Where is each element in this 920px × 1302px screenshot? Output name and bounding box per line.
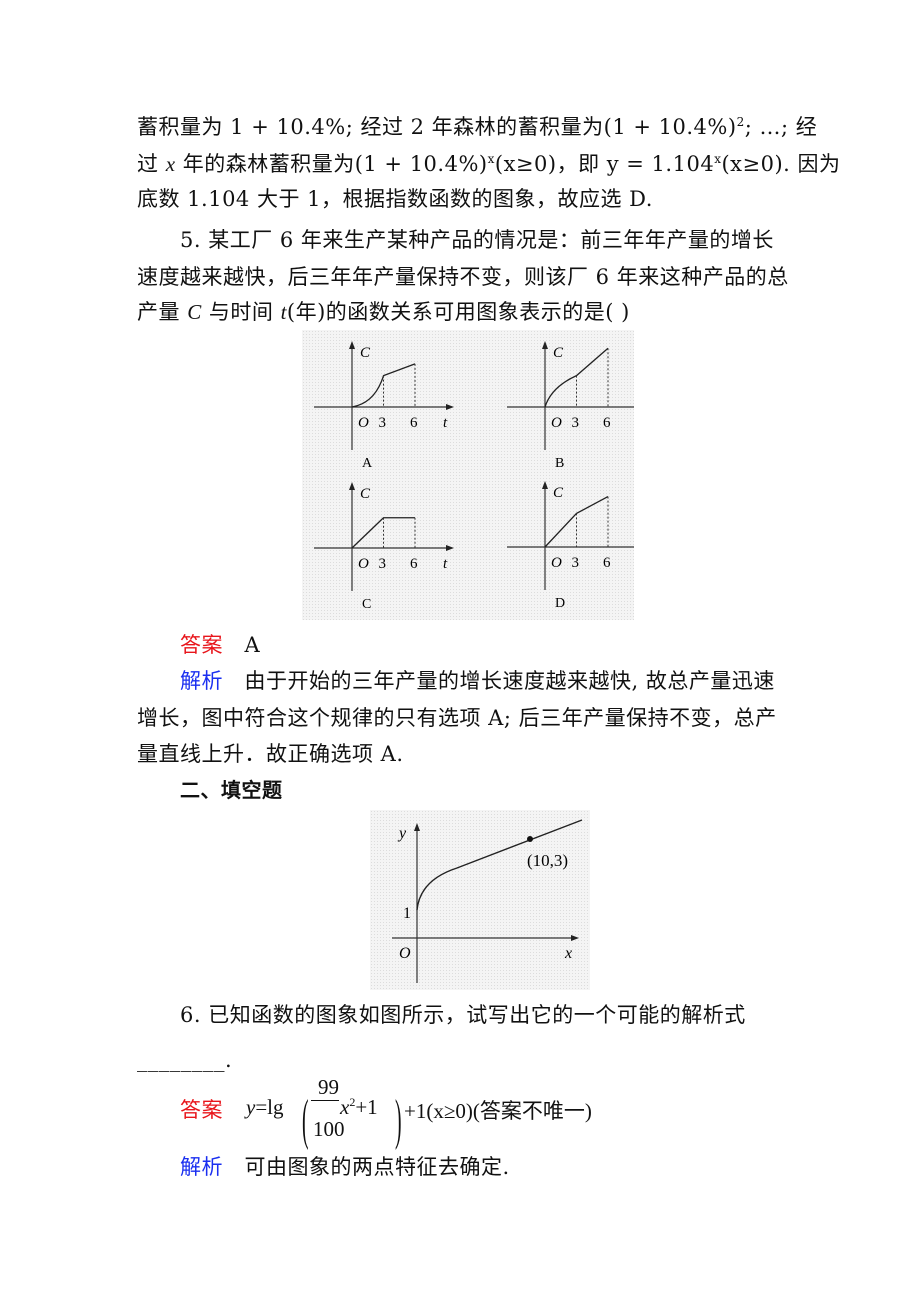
answer-suffix: +1(x≥0)(答案不唯一) xyxy=(404,1099,592,1123)
superscript: 2 xyxy=(736,115,745,129)
prev-solution-line-2: 过 x 年的森林蓄积量为(1 + 10.4%)x(x≥0)，即 y = 1.10… xyxy=(137,149,840,179)
y-axis-label: C xyxy=(360,486,371,502)
origin-label: O xyxy=(399,945,411,962)
answer-inner: x2+1 xyxy=(340,1095,378,1120)
section-title: 二、填空题 xyxy=(180,778,283,802)
y-axis-label: y xyxy=(397,825,407,842)
q5-line-1: 5. 某工厂 6 年来生产某种产品的情况是：前三年年产量的增长 xyxy=(180,228,774,252)
option-graph-d: COt36D xyxy=(507,481,647,611)
analysis-label: 解析 xyxy=(180,669,223,693)
tick-label: 6 xyxy=(410,415,418,431)
origin-label: O xyxy=(551,415,562,431)
q5-analysis-line-3: 量直线上升．故正确选项 A. xyxy=(137,742,404,766)
answer-label: 答案 xyxy=(180,1098,223,1122)
text: 产量 xyxy=(137,300,188,324)
y-axis-arrow-icon xyxy=(542,341,548,349)
superscript: x xyxy=(487,152,495,166)
prev-solution-line-1: 蓄积量为 1 + 10.4%; 经过 2 年森林的蓄积量为(1 + 10.4%)… xyxy=(137,112,817,142)
left-paren: ( xyxy=(302,1089,309,1151)
tick-label: 3 xyxy=(379,556,387,572)
text: =lg xyxy=(255,1095,284,1119)
y-axis-arrow-icon xyxy=(414,823,420,831)
y-axis-arrow-icon xyxy=(349,341,355,349)
option-label: C xyxy=(362,597,371,612)
x-axis-arrow-icon xyxy=(446,545,454,551)
option-label: B xyxy=(555,456,564,471)
q6-line-1: 6. 已知函数的图象如图所示，试写出它的一个可能的解析式 xyxy=(180,1003,746,1027)
q5-answer: 答案 A xyxy=(180,630,830,660)
option-label: D xyxy=(555,596,565,611)
text: 年的森林蓄积量为(1 + 10.4%) xyxy=(175,152,488,176)
x-axis-label: x xyxy=(564,945,572,962)
y-axis-arrow-icon xyxy=(542,481,548,489)
text: ; …; 经 xyxy=(744,115,818,139)
x-axis-label: t xyxy=(443,415,448,431)
text: (年)的函数关系可用图象表示的是( ) xyxy=(286,300,630,324)
var-C: C xyxy=(187,300,202,324)
q5-analysis-line-1: 解析 由于开始的三年产量的增长速度越来越快, 故总产量迅速 xyxy=(180,666,830,696)
tick-label: 3 xyxy=(572,415,580,431)
text: 过 xyxy=(137,152,166,176)
q6-figure: y x O 1 (10,3) xyxy=(392,819,583,983)
answer-label: 答案 xyxy=(180,633,223,657)
frac-denominator: 100 xyxy=(313,1117,345,1141)
origin-label: O xyxy=(358,556,369,572)
tick-label: 3 xyxy=(379,415,387,431)
text: (x≥0). 因为 xyxy=(721,152,841,176)
q5-line-2: 速度越来越快，后三年年产量保持不变，则该厂 6 年来这种产品的总 xyxy=(137,265,789,289)
text: 蓄积量为 1 + 10.4%; 经过 2 年森林的蓄积量为(1 + 10.4%) xyxy=(137,115,737,139)
answer-value: A xyxy=(244,633,261,657)
analysis-label: 解析 xyxy=(180,1155,223,1179)
origin-label: O xyxy=(358,415,369,431)
data-point xyxy=(527,836,533,842)
tick-label: 6 xyxy=(603,555,611,571)
x-axis-arrow-icon xyxy=(571,935,579,941)
answer-prefix: y=lg xyxy=(246,1095,284,1119)
origin-label: O xyxy=(551,555,562,571)
y-axis-label: C xyxy=(553,345,564,361)
var-x: x xyxy=(165,152,176,176)
frac-numerator: 99 xyxy=(318,1075,339,1099)
text: 由于开始的三年产量的增长速度越来越快, 故总产量迅速 xyxy=(244,669,775,693)
frac-bar xyxy=(311,1100,339,1101)
y-intercept-label: 1 xyxy=(403,905,411,922)
q6-figure-panel: y x O 1 (10,3) xyxy=(370,810,590,990)
right-paren: ) xyxy=(395,1089,402,1151)
option-graph-b: COt36B xyxy=(507,341,647,471)
q6-blank: ________. xyxy=(137,1048,233,1072)
tick-label: 3 xyxy=(572,555,580,571)
option-label: A xyxy=(362,456,373,471)
point-label: (10,3) xyxy=(527,851,568,870)
y-axis-arrow-icon xyxy=(349,482,355,490)
x-axis-arrow-icon xyxy=(446,404,454,410)
x-axis-label: t xyxy=(443,556,448,572)
prev-solution-line-3: 底数 1.104 大于 1，根据指数函数的图象，故应选 D. xyxy=(137,187,653,211)
tick-label: 6 xyxy=(603,415,611,431)
y-axis-label: C xyxy=(553,485,564,501)
option-graph-c: C O t 3 6 C xyxy=(314,482,454,612)
text: (x≥0)，即 y = 1.104 xyxy=(494,152,715,176)
text: +1 xyxy=(355,1095,378,1119)
options-figure-panel: COt36ACOt36BCOt36CCOt36D xyxy=(302,330,647,620)
options-figure: COt36ACOt36BCOt36CCOt36D xyxy=(314,341,647,612)
text: 可由图象的两点特征去确定. xyxy=(244,1155,510,1179)
y-axis-label: C xyxy=(360,345,371,361)
var-x: x xyxy=(340,1095,350,1119)
q5-line-3: 产量 C 与时间 t(年)的函数关系可用图象表示的是( ) xyxy=(137,297,787,327)
q6-analysis: 解析 可由图象的两点特征去确定. xyxy=(180,1152,830,1182)
tick-label: 6 xyxy=(410,556,418,572)
text: 与时间 xyxy=(201,300,281,324)
q5-analysis-line-2: 增长，图中符合这个规律的只有选项 A; 后三年产量保持不变，总产 xyxy=(137,706,777,730)
option-graph-a: C O t 3 6 A xyxy=(314,341,454,471)
